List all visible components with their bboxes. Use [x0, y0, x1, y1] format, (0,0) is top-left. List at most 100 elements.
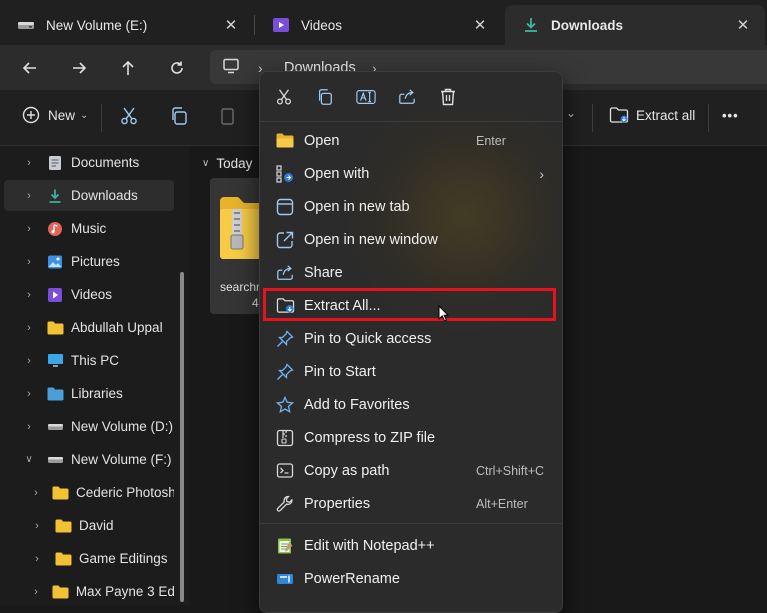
chevron-right-icon[interactable]: › [22, 289, 36, 301]
chevron-right-icon[interactable]: › [22, 322, 36, 334]
sidebar-item-label: New Volume (F:) [71, 452, 172, 467]
extract-all-button[interactable]: Extract all [609, 106, 695, 124]
copy-button[interactable] [169, 106, 189, 126]
menu-item-share[interactable]: Share [264, 257, 558, 288]
menu-item-copy-as-path[interactable]: Copy as path Ctrl+Shift+C [264, 455, 558, 486]
menu-item-pin-to-quick-access[interactable]: Pin to Quick access [264, 323, 558, 354]
sidebar-item-label: Cederic Photoshop [75, 485, 174, 500]
star-icon [275, 395, 295, 415]
sidebar-item-music[interactable]: › Music [4, 213, 174, 244]
notepadpp-icon [275, 536, 295, 556]
chevron-right-icon[interactable]: › [30, 586, 42, 598]
navigation-pane: › Documents › Downloads › Music › Pictur… [0, 146, 190, 605]
sidebar-item-game-editings[interactable]: › Game Editings [4, 543, 174, 574]
delete-icon[interactable] [435, 85, 461, 109]
sidebar-item-label: Music [71, 221, 107, 236]
menu-item-properties[interactable]: Properties Alt+Enter [264, 488, 558, 519]
file-name: searchr [220, 280, 261, 294]
chevron-right-icon[interactable]: › [22, 157, 36, 169]
menu-item-edit-with-notepadpp[interactable]: Edit with Notepad++ [264, 530, 558, 561]
folder-icon [54, 518, 72, 534]
sidebar-item-this-pc[interactable]: › This PC [4, 345, 174, 376]
menu-item-compress-to-zip[interactable]: Compress to ZIP file [264, 422, 558, 453]
paste-button[interactable] [219, 106, 239, 126]
chevron-right-icon[interactable]: › [30, 487, 42, 499]
new-button[interactable]: New ⌄ [22, 106, 88, 124]
copy-icon [172, 107, 187, 125]
sidebar-item-abdullah-uppal[interactable]: › Abdullah Uppal [4, 312, 174, 343]
new-label: New [48, 107, 76, 123]
copy-path-icon [275, 461, 295, 481]
sidebar-item-cederic-photoshop[interactable]: › Cederic Photoshop [4, 477, 174, 508]
folder-open-icon [275, 131, 295, 151]
downloads-icon [521, 15, 541, 35]
sidebar-item-new-volume-d[interactable]: › New Volume (D:) [4, 411, 174, 442]
tab-close-icon[interactable]: ✕ [470, 15, 490, 35]
chevron-right-icon[interactable]: › [22, 355, 36, 367]
chevron-right-icon[interactable]: › [22, 388, 36, 400]
menu-item-open[interactable]: Open Enter [264, 125, 558, 156]
rename-icon[interactable] [353, 85, 379, 109]
refresh-button[interactable] [162, 53, 192, 83]
cut-button[interactable] [119, 106, 139, 126]
drive-icon [46, 419, 64, 435]
menu-item-label: Copy as path [304, 462, 390, 479]
forward-button[interactable] [64, 53, 94, 83]
sidebar-item-documents[interactable]: › Documents [4, 147, 174, 178]
menu-item-powerrename[interactable]: PowerRename [264, 563, 558, 594]
videos-icon [46, 287, 64, 303]
extract-all-label: Extract all [636, 107, 696, 123]
tab-close-icon[interactable]: ✕ [733, 15, 753, 35]
chevron-right-icon[interactable]: › [30, 520, 44, 532]
folder-icon [52, 584, 69, 600]
context-menu: Open Enter Open with › Open in new tab O… [259, 71, 563, 613]
back-button[interactable] [15, 53, 45, 83]
chevron-right-icon: › [539, 165, 544, 182]
menu-item-add-to-favorites[interactable]: Add to Favorites [264, 389, 558, 420]
chevron-down-icon[interactable]: ∨ [22, 454, 36, 465]
sidebar-item-pictures[interactable]: › Pictures [4, 246, 174, 277]
tab-close-icon[interactable]: ✕ [221, 15, 241, 35]
menu-item-label: Open in new tab [304, 198, 410, 215]
sidebar-item-max-payne-3[interactable]: › Max Payne 3 Editin [4, 576, 174, 607]
chevron-right-icon[interactable]: › [22, 421, 36, 433]
sidebar-item-new-volume-f[interactable]: ∨ New Volume (F:) [4, 444, 174, 475]
tab-new-volume-e[interactable]: New Volume (E:) ✕ [0, 5, 253, 45]
menu-item-label: Properties [304, 495, 371, 512]
extract-folder-icon [609, 107, 629, 123]
up-button[interactable] [113, 53, 143, 83]
cut-icon [121, 107, 137, 125]
sidebar-item-label: Libraries [71, 386, 123, 401]
chevron-right-icon[interactable]: › [22, 256, 36, 268]
videos-folder-icon [271, 15, 291, 35]
menu-item-open-with[interactable]: Open with › [264, 158, 558, 189]
menu-item-pin-to-start[interactable]: Pin to Start [264, 356, 558, 387]
chevron-right-icon[interactable]: › [22, 223, 36, 235]
user-folder-icon [46, 320, 64, 336]
highlight-box [263, 288, 556, 321]
chevron-right-icon[interactable]: › [22, 190, 36, 202]
share-icon[interactable] [394, 85, 420, 109]
copy-icon[interactable] [312, 85, 338, 109]
sidebar-scrollbar[interactable] [180, 272, 184, 602]
sidebar-item-libraries[interactable]: › Libraries [4, 378, 174, 409]
this-pc-icon [46, 353, 64, 369]
chevron-down-icon[interactable]: ⌄ [566, 106, 576, 120]
cut-icon[interactable] [271, 85, 297, 109]
tab-videos[interactable]: Videos ✕ [255, 5, 502, 45]
menu-item-open-in-new-tab[interactable]: Open in new tab [264, 191, 558, 222]
chevron-right-icon[interactable]: › [30, 553, 44, 565]
tab-label: Downloads [551, 17, 624, 33]
sidebar-item-downloads[interactable]: › Downloads [4, 180, 174, 211]
drive-icon [46, 452, 64, 468]
menu-item-open-in-new-window[interactable]: Open in new window [264, 224, 558, 255]
group-header-today[interactable]: ∨ Today [202, 156, 252, 171]
tab-downloads[interactable]: Downloads ✕ [505, 5, 765, 45]
pin-icon [275, 329, 295, 349]
share-icon [275, 263, 295, 283]
tab-label: New Volume (E:) [46, 17, 148, 33]
sidebar-item-david[interactable]: › David [4, 510, 174, 541]
sidebar-item-videos[interactable]: › Videos [4, 279, 174, 310]
more-options-icon[interactable]: ••• [722, 108, 739, 123]
tab-label: Videos [301, 17, 343, 33]
